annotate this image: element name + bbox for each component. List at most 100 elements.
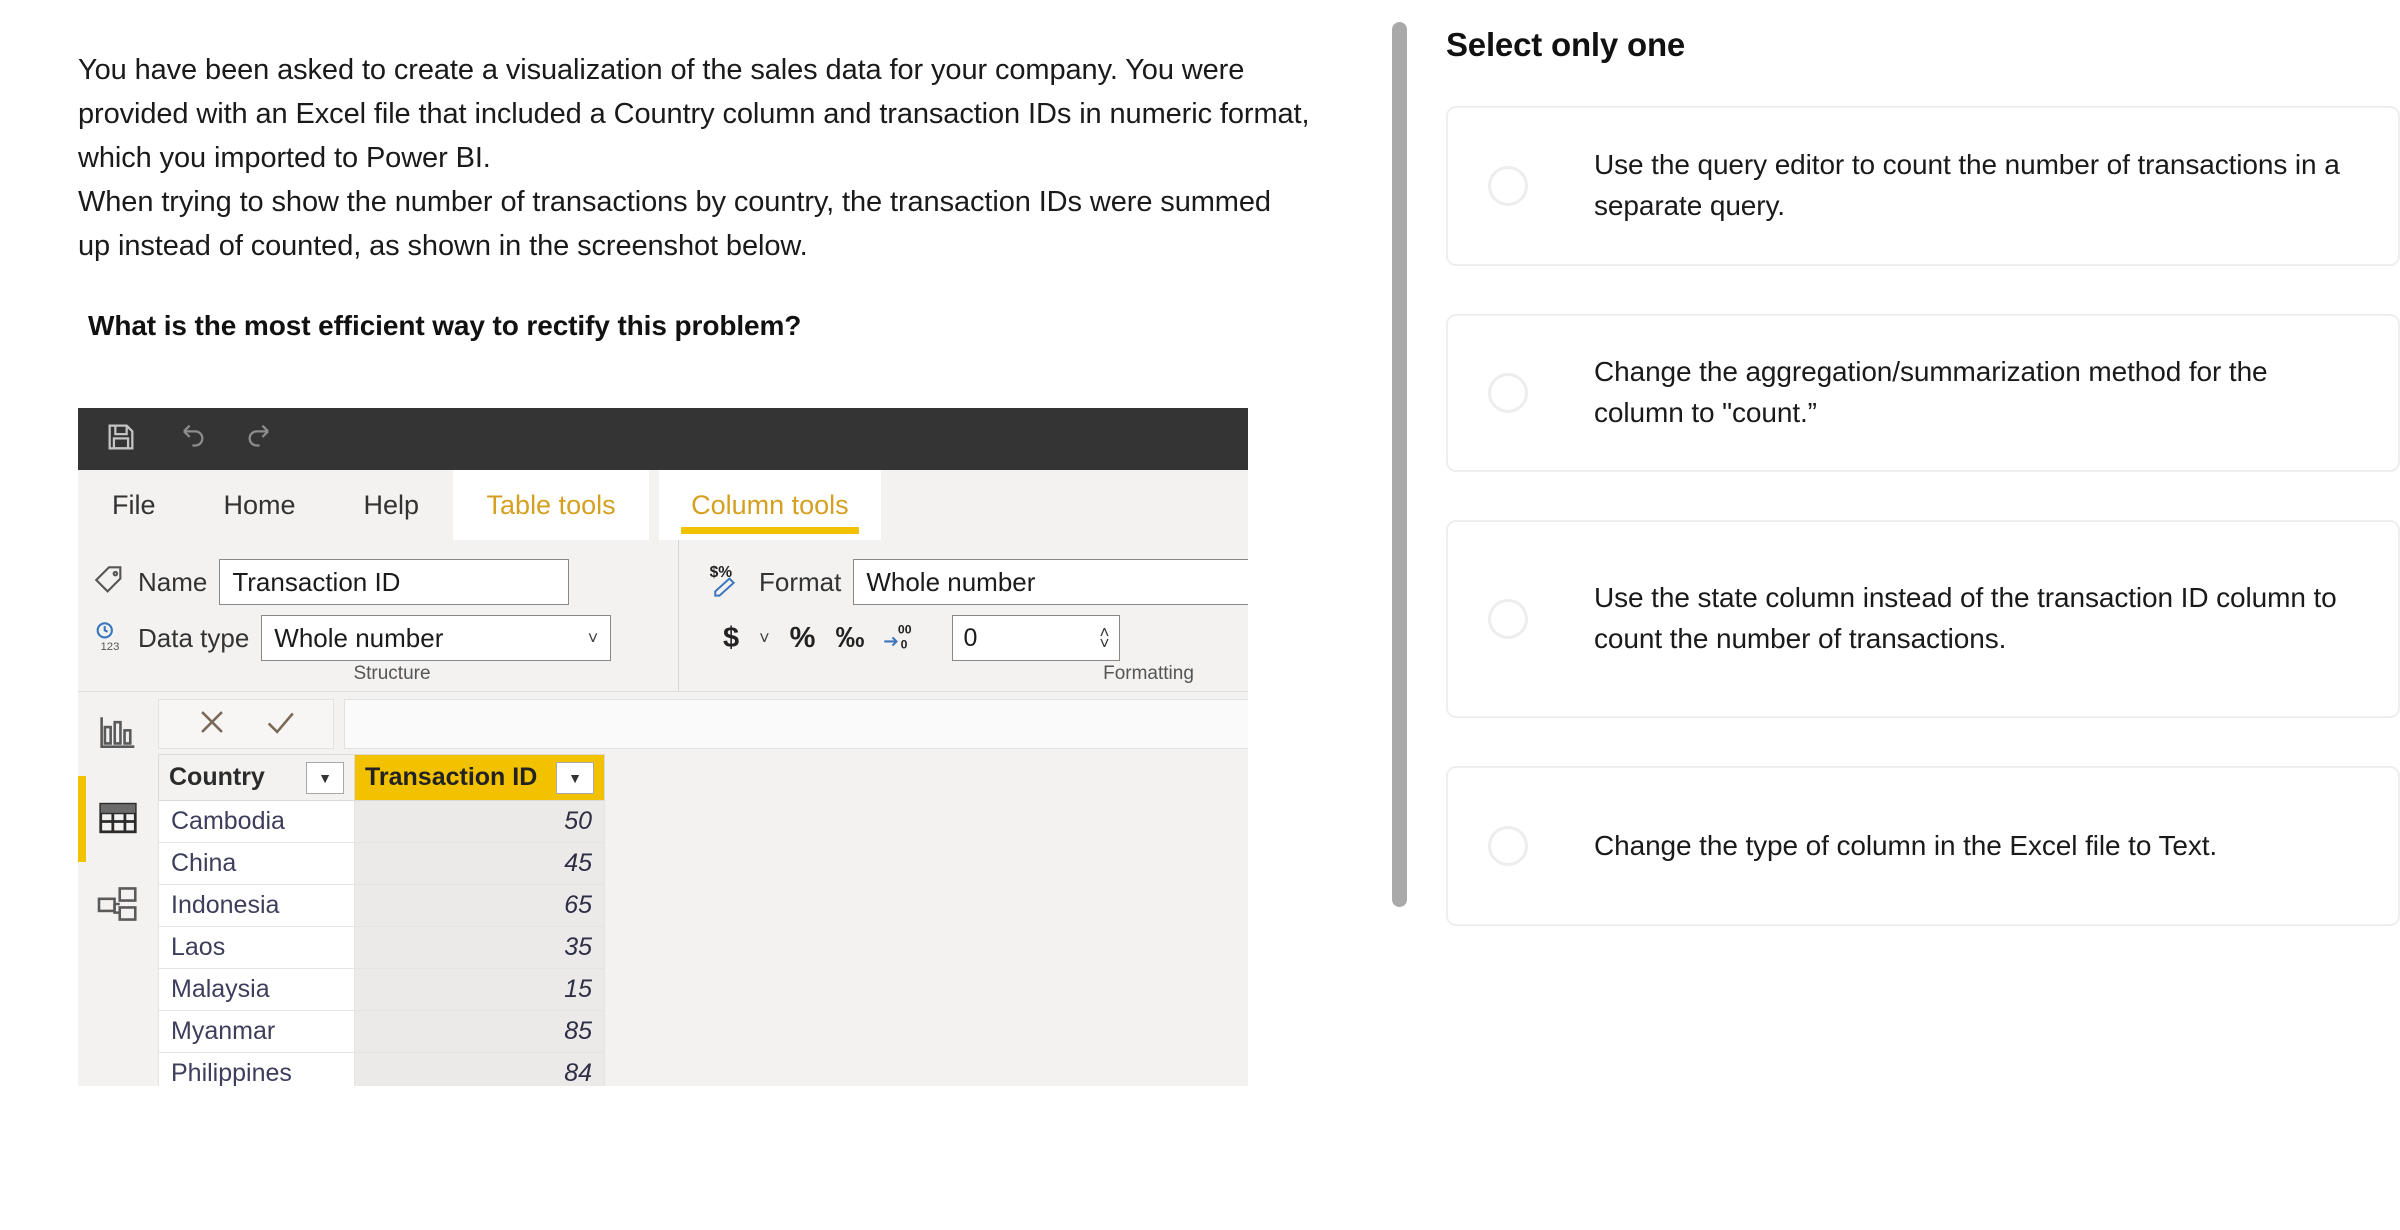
table-row[interactable]: Laos 35	[158, 926, 605, 969]
datatype-select[interactable]: Whole number ˅	[261, 615, 612, 661]
svg-text:123: 123	[101, 641, 120, 653]
radio-button-option-3[interactable]	[1488, 599, 1528, 639]
answer-option-4[interactable]: Change the type of column in the Excel f…	[1446, 766, 2400, 926]
table-row[interactable]: Philippines 84	[158, 1052, 605, 1086]
formula-bar	[158, 692, 1248, 750]
powerbi-screenshot-image: File Home Help Table tools Column tools	[78, 408, 1248, 1086]
cell-country: Philippines	[158, 1052, 355, 1086]
cell-transaction-id: 45	[354, 842, 605, 885]
answers-panel: Select only one Use the query editor to …	[1446, 0, 2400, 1230]
format-label: Format	[759, 566, 842, 597]
ribbon-group-structure: Name Transaction ID 123 Data type Whole …	[78, 540, 678, 691]
answer-option-2[interactable]: Change the aggregation/summarization met…	[1446, 314, 2400, 472]
powerbi-data-view: Country ▼ Transaction ID ▼ Cambodia 50 C…	[78, 692, 1248, 1086]
page-scrollbar-thumb[interactable]	[1392, 22, 1407, 907]
cell-transaction-id: 84	[354, 1052, 605, 1086]
currency-chevron-down-icon[interactable]: ˅	[759, 628, 770, 649]
powerbi-ribbon: Name Transaction ID 123 Data type Whole …	[78, 540, 1248, 692]
view-rail	[78, 692, 158, 1086]
cell-country: Laos	[158, 926, 355, 969]
table-row[interactable]: Myanmar 85	[158, 1010, 605, 1053]
svg-text:0: 0	[901, 637, 908, 651]
chevron-down-icon: ˅	[587, 627, 599, 648]
powerbi-ribbon-tabs: File Home Help Table tools Column tools	[78, 470, 1248, 540]
tag-icon	[92, 563, 126, 602]
redo-icon[interactable]	[244, 420, 278, 459]
structure-group-label: Structure	[353, 663, 431, 684]
table-row[interactable]: Malaysia 15	[158, 968, 605, 1011]
table-row[interactable]: Indonesia 65	[158, 884, 605, 927]
transaction-id-filter-dropdown-icon[interactable]: ▼	[556, 761, 594, 794]
data-type-icon: 123	[92, 619, 126, 658]
country-filter-dropdown-icon[interactable]: ▼	[306, 761, 344, 794]
format-icon: $%	[709, 563, 747, 602]
stepper-down-icon[interactable]: ˅	[1100, 635, 1110, 652]
column-header-country-label: Country	[169, 763, 265, 791]
percent-button[interactable]: %	[790, 622, 816, 655]
cell-transaction-id: 35	[354, 926, 605, 969]
answer-options-list: Use the query editor to count the number…	[1446, 106, 2400, 926]
format-row: $% Format Whole number ˅	[709, 554, 1248, 610]
question-stem: You have been asked to create a visualiz…	[78, 48, 1310, 268]
tab-separator	[649, 470, 659, 540]
decimal-places-icon[interactable]: 00 0	[884, 621, 920, 656]
column-header-transaction-id-label: Transaction ID	[365, 763, 538, 791]
cell-transaction-id: 50	[354, 800, 605, 843]
decimal-places-value: 0	[963, 623, 978, 652]
cell-country: China	[158, 842, 355, 885]
datatype-row: 123 Data type Whole number ˅	[92, 610, 678, 666]
tab-home[interactable]: Home	[190, 470, 330, 540]
answer-option-1[interactable]: Use the query editor to count the number…	[1446, 106, 2400, 266]
table-row[interactable]: Cambodia 50	[158, 800, 605, 843]
model-view-icon[interactable]	[78, 878, 158, 930]
cell-country: Cambodia	[158, 800, 355, 843]
formatting-group-label: Formatting	[1103, 663, 1194, 684]
cell-country: Indonesia	[158, 884, 355, 927]
radio-button-option-2[interactable]	[1488, 373, 1528, 413]
answer-option-4-label: Change the type of column in the Excel f…	[1594, 829, 2218, 861]
formula-input[interactable]	[344, 699, 1248, 749]
name-label: Name	[138, 566, 208, 597]
data-view-icon[interactable]	[78, 776, 158, 862]
cell-transaction-id: 85	[354, 1010, 605, 1053]
tab-file[interactable]: File	[78, 470, 190, 540]
format-select[interactable]: Whole number ˅	[853, 559, 1248, 605]
tab-table-tools[interactable]: Table tools	[453, 470, 650, 540]
table-row[interactable]: China 45	[158, 842, 605, 885]
radio-button-option-1[interactable]	[1488, 166, 1528, 206]
answer-option-3-label: Use the state column instead of the tran…	[1594, 582, 2337, 654]
format-value: Whole number	[866, 566, 1036, 597]
stepper-arrows[interactable]: ˄ ˅	[1100, 624, 1110, 652]
ribbon-group-formatting: $% Format Whole number ˅ $ ˅ %	[678, 540, 1248, 691]
undo-icon[interactable]	[174, 420, 208, 459]
decimal-places-stepper[interactable]: 0 ˄ ˅	[952, 615, 1121, 661]
page-root: You have been asked to create a visualiz…	[0, 0, 2400, 1230]
column-header-country[interactable]: Country ▼	[158, 754, 355, 801]
table-header-row: Country ▼ Transaction ID ▼	[158, 754, 605, 801]
svg-text:00: 00	[898, 622, 912, 636]
question-prompt: What is the most efficient way to rectif…	[88, 310, 802, 342]
data-table: Country ▼ Transaction ID ▼ Cambodia 50 C…	[158, 754, 605, 1086]
answer-option-3[interactable]: Use the state column instead of the tran…	[1446, 520, 2400, 718]
confirm-check-icon[interactable]	[263, 705, 297, 744]
datatype-value: Whole number	[274, 622, 444, 653]
report-view-icon[interactable]	[78, 706, 158, 758]
cancel-x-icon[interactable]	[195, 705, 229, 744]
stem-paragraph-2: When trying to show the number of transa…	[78, 186, 1271, 263]
cell-transaction-id: 15	[354, 968, 605, 1011]
data-grid-area: Country ▼ Transaction ID ▼ Cambodia 50 C…	[158, 692, 1248, 1086]
answer-option-1-label: Use the query editor to count the number…	[1594, 149, 2340, 221]
currency-button[interactable]: $	[723, 622, 739, 655]
cell-country: Myanmar	[158, 1010, 355, 1053]
tab-help[interactable]: Help	[330, 470, 454, 540]
cell-country: Malaysia	[158, 968, 355, 1011]
save-icon[interactable]	[104, 420, 138, 459]
radio-button-option-4[interactable]	[1488, 826, 1528, 866]
answer-option-2-label: Change the aggregation/summarization met…	[1594, 356, 2268, 428]
thousands-separator-button[interactable]: ‰	[835, 622, 864, 655]
tab-column-tools[interactable]: Column tools	[659, 470, 881, 540]
column-header-transaction-id[interactable]: Transaction ID ▼	[354, 754, 605, 801]
select-only-one-heading: Select only one	[1446, 26, 1686, 63]
name-input[interactable]: Transaction ID	[219, 559, 570, 605]
table-body: Cambodia 50 China 45 Indonesia 65 Laos 3…	[158, 800, 605, 1086]
